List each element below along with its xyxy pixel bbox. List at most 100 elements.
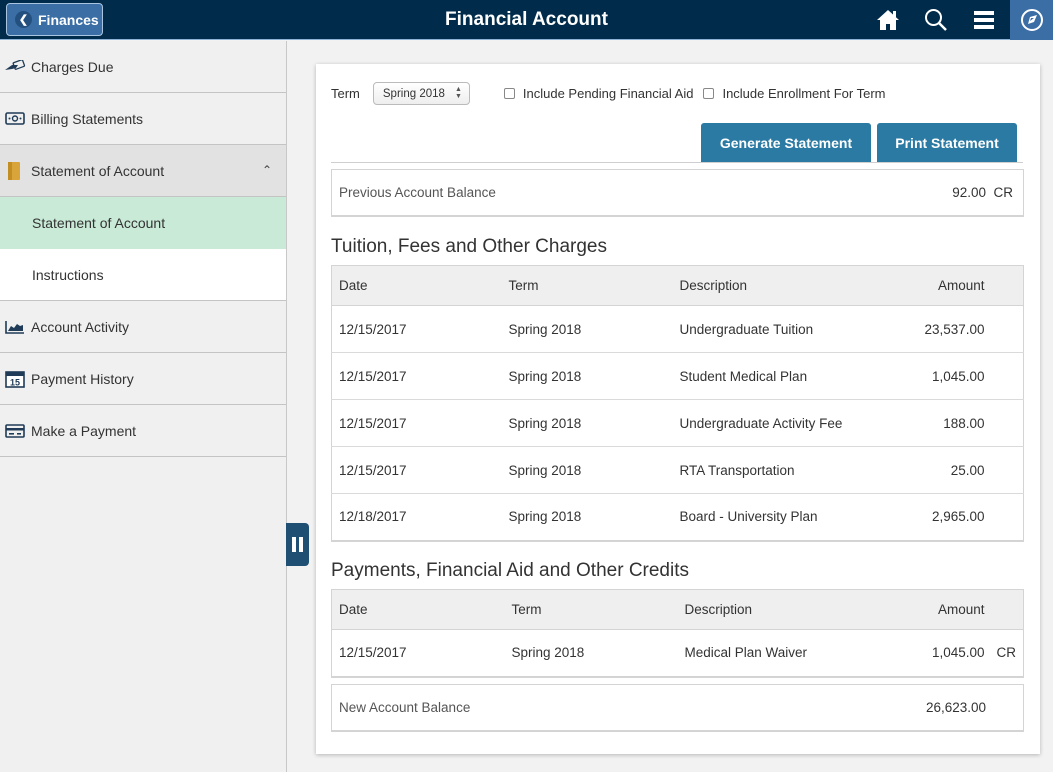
- column-header-description: Description: [672, 265, 843, 306]
- area-chart-icon: [4, 319, 26, 335]
- sidebar-item-payment-history[interactable]: 15 Payment History: [0, 353, 286, 405]
- column-header-description: Description: [677, 589, 848, 630]
- term-label: Term: [331, 86, 360, 101]
- column-header-amount: Amount: [842, 265, 985, 306]
- statement-card: Term Spring 2018 ▲ ▼ Include Pending Fina…: [316, 64, 1040, 754]
- sidebar-item-charges-due[interactable]: Charges Due: [0, 41, 286, 93]
- cell-amount: 1,045.00: [847, 629, 985, 677]
- cell-term: Spring 2018: [501, 446, 673, 494]
- credits-section-title: Payments, Financial Aid and Other Credit…: [331, 560, 690, 581]
- previous-balance-amount: 92.00: [952, 185, 986, 200]
- cell-term: Spring 2018: [501, 352, 673, 400]
- pause-bar-icon: [299, 537, 303, 552]
- hand-money-icon: [4, 59, 26, 75]
- term-select-value: Spring 2018: [382, 87, 445, 100]
- back-button-label: Finances: [38, 11, 99, 28]
- search-icon: [925, 9, 947, 31]
- sidebar-item-make-a-payment[interactable]: Make a Payment: [0, 405, 286, 457]
- sidebar-item-label: Billing Statements: [31, 110, 144, 127]
- cell-date: 12/15/2017: [331, 352, 502, 400]
- include-pending-aid-checkbox[interactable]: Include Pending Financial Aid: [503, 86, 693, 101]
- table-row: 12/15/2017 Spring 2018 Undergraduate Activ…: [331, 399, 1024, 447]
- cell-term: Spring 2018: [501, 399, 673, 447]
- column-header-suffix: [984, 589, 1024, 630]
- table-row: 12/15/2017 Spring 2018 Undergraduate Tuiti…: [331, 305, 1024, 353]
- new-balance-amount: 26,623.00: [925, 700, 986, 715]
- calendar-icon: 15: [4, 370, 26, 388]
- charges-table: Date Term Description Amount 12/15/2017 S…: [331, 265, 1024, 542]
- cell-term: Spring 2018: [501, 493, 673, 541]
- search-button[interactable]: [914, 0, 958, 40]
- column-header-date: Date: [331, 265, 502, 306]
- previous-balance-row: Previous Account Balance 92.00 CR: [331, 169, 1024, 217]
- table-row: 12/15/2017 Spring 2018 Medical Plan Waiver…: [331, 629, 1024, 677]
- folder-icon: [4, 161, 26, 180]
- cell-description: Undergraduate Activity Fee: [672, 399, 843, 447]
- pause-bar-icon: [292, 537, 296, 552]
- cell-suffix: [984, 399, 1024, 447]
- previous-balance-label: Previous Account Balance: [339, 185, 496, 200]
- previous-balance-suffix: CR: [993, 185, 1014, 200]
- home-button[interactable]: [866, 0, 910, 40]
- filter-bar: Term Spring 2018 ▲ ▼ Include Pending Fina…: [331, 82, 886, 105]
- cell-amount: 1,045.00: [842, 352, 985, 400]
- cell-date: 12/15/2017: [331, 399, 502, 447]
- navigator-button[interactable]: [1010, 0, 1053, 40]
- sidebar-subitem-instructions[interactable]: Instructions: [0, 249, 286, 301]
- cell-description: Student Medical Plan: [672, 352, 843, 400]
- credit-card-icon: [4, 423, 26, 439]
- sidebar-subitem-label: Instructions: [32, 266, 104, 283]
- chevron-up-icon[interactable]: ⌃: [262, 163, 272, 177]
- navigator-icon: [1020, 9, 1043, 31]
- generate-statement-button[interactable]: Generate Statement: [701, 123, 871, 162]
- table-header-row: Date Term Description Amount: [331, 589, 1024, 630]
- sidebar-subitem-statement-of-account[interactable]: Statement of Account: [0, 197, 286, 249]
- home-icon: [877, 10, 899, 30]
- column-header-date: Date: [331, 589, 505, 630]
- credits-table: Date Term Description Amount 12/15/2017 S…: [331, 589, 1024, 678]
- cell-description: Medical Plan Waiver: [677, 629, 848, 677]
- sidebar-item-label: Make a Payment: [31, 422, 137, 439]
- table-row: 12/15/2017 Spring 2018 RTA Transportation 2…: [331, 446, 1024, 494]
- cell-suffix: [984, 446, 1024, 494]
- cell-suffix: [984, 352, 1024, 400]
- column-header-amount: Amount: [847, 589, 985, 630]
- divider: [331, 162, 1023, 163]
- cell-date: 12/15/2017: [331, 305, 502, 353]
- checkbox-label: Include Enrollment For Term: [722, 86, 886, 101]
- back-to-finances-button[interactable]: ❮ Finances: [6, 3, 103, 36]
- menu-button[interactable]: [962, 0, 1006, 40]
- column-header-term: Term: [504, 589, 678, 630]
- sidebar-collapse-handle[interactable]: [286, 523, 309, 566]
- cell-suffix: [984, 305, 1024, 353]
- include-enrollment-checkbox[interactable]: Include Enrollment For Term: [703, 86, 886, 101]
- sidebar-item-account-activity[interactable]: Account Activity: [0, 301, 286, 353]
- charges-section-title: Tuition, Fees and Other Charges: [331, 236, 607, 257]
- select-arrows-icon: ▲ ▼: [454, 86, 462, 100]
- cell-date: 12/15/2017: [331, 629, 505, 677]
- chevron-left-icon: ❮: [15, 11, 32, 28]
- checkbox-box[interactable]: [503, 88, 515, 99]
- table-row: 12/15/2017 Spring 2018 Student Medical Pla…: [331, 352, 1024, 400]
- cell-amount: 25.00: [842, 446, 985, 494]
- cell-date: 12/15/2017: [331, 446, 502, 494]
- cell-amount: 23,537.00: [842, 305, 985, 353]
- cell-date: 12/18/2017: [331, 493, 502, 541]
- table-row: 12/18/2017 Spring 2018 Board - University …: [331, 493, 1024, 541]
- cell-description: RTA Transportation: [672, 446, 843, 494]
- term-select[interactable]: Spring 2018 ▲ ▼: [372, 82, 470, 105]
- print-statement-button[interactable]: Print Statement: [877, 123, 1017, 162]
- sidebar-subitem-label: Statement of Account: [32, 215, 166, 231]
- sidebar-item-statement-of-account[interactable]: Statement of Account ⌃: [0, 145, 286, 197]
- sidebar-item-label: Charges Due: [31, 58, 114, 75]
- sidebar-item-billing-statements[interactable]: Billing Statements: [0, 93, 286, 145]
- table-header-row: Date Term Description Amount: [331, 265, 1024, 306]
- cell-term: Spring 2018: [504, 629, 678, 677]
- svg-text:15: 15: [10, 377, 20, 387]
- sidebar-item-label: Statement of Account: [31, 162, 165, 179]
- column-header-suffix: [984, 265, 1024, 306]
- menu-icon: [974, 11, 994, 29]
- checkbox-box[interactable]: [703, 88, 715, 99]
- top-bar: ❮ Finances Financial Account: [0, 0, 1053, 40]
- banknote-icon: [4, 111, 26, 127]
